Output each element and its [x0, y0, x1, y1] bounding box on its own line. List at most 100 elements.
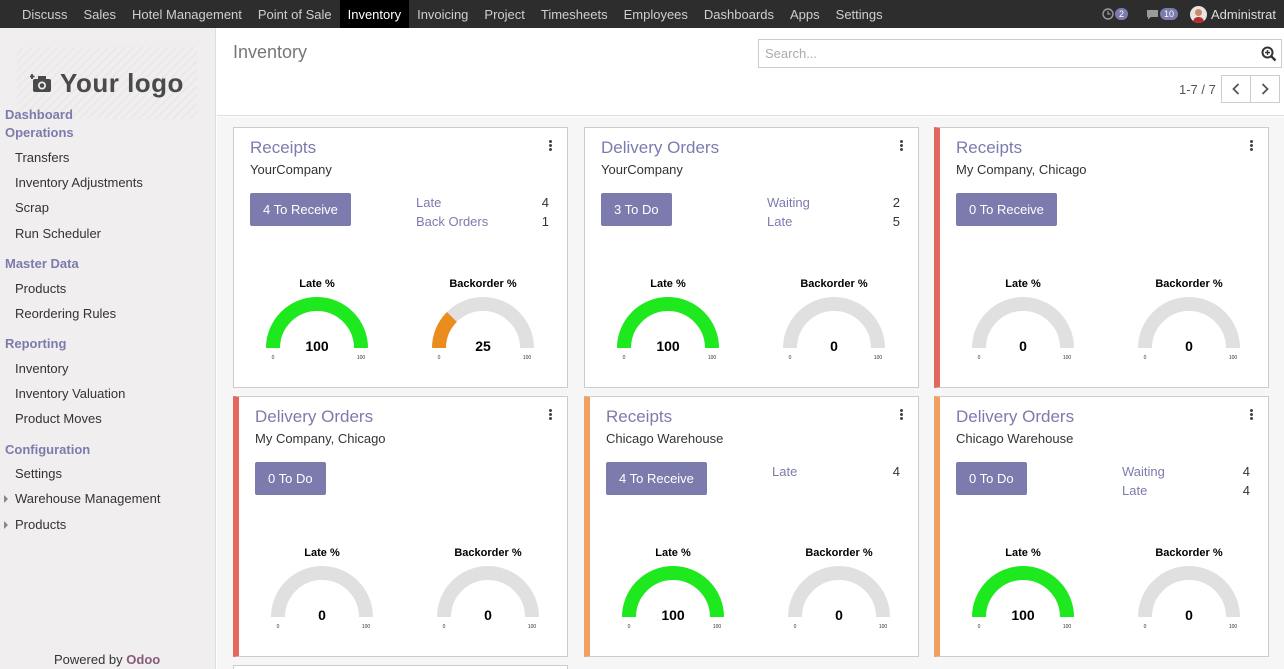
gauge-value: 0: [1185, 607, 1193, 623]
menu-invoicing[interactable]: Invoicing: [409, 0, 476, 28]
gauge-min-label: 0: [623, 355, 626, 361]
vertical-dots-icon[interactable]: [900, 409, 904, 421]
gauge-max-label: 100: [1063, 355, 1072, 361]
sidebar-item-inventory-adjustments[interactable]: Inventory Adjustments: [15, 175, 143, 191]
search-icon[interactable]: [1261, 46, 1277, 62]
sidebar-item-run-scheduler[interactable]: Run Scheduler: [15, 226, 101, 242]
card-subtitle: YourCompany: [601, 162, 683, 177]
gauge-title: Late %: [650, 278, 686, 290]
menu-employees[interactable]: Employees: [616, 0, 696, 28]
to-do-button[interactable]: 0 To Do: [956, 462, 1027, 495]
to-receive-button[interactable]: 4 To Receive: [250, 193, 351, 226]
card-title[interactable]: Delivery Orders: [601, 138, 719, 158]
card-title[interactable]: Delivery Orders: [956, 407, 1074, 427]
sidebar-item-settings[interactable]: Settings: [15, 466, 62, 482]
picking-type-card: Delivery Orders YourCompany 3 To Do Wait…: [584, 127, 919, 388]
gauge-max-label: 100: [1229, 624, 1238, 630]
gauge-min-label: 0: [978, 624, 981, 630]
menu-settings[interactable]: Settings: [828, 0, 891, 28]
stat-back-orders-link[interactable]: Back Orders: [416, 214, 488, 229]
vertical-dots-icon[interactable]: [549, 140, 553, 152]
app-menu: Discuss Sales Hotel Management Point of …: [0, 0, 891, 28]
card-title[interactable]: Delivery Orders: [255, 407, 373, 427]
menu-point-of-sale[interactable]: Point of Sale: [250, 0, 340, 28]
sidebar-item-reporting-inventory[interactable]: Inventory: [15, 361, 68, 377]
backorder-gauge: Backorder % 0 0 100: [1134, 547, 1244, 647]
stat-waiting-link[interactable]: Waiting: [767, 195, 810, 210]
to-receive-button[interactable]: 0 To Receive: [956, 193, 1057, 226]
menu-inventory[interactable]: Inventory: [339, 0, 410, 28]
gauge-value: 100: [1011, 607, 1035, 623]
stat-late-link[interactable]: Late: [767, 214, 792, 229]
late-gauge: Late % 100 0 100: [618, 547, 728, 647]
menu-discuss[interactable]: Discuss: [14, 0, 76, 28]
stat-late-link[interactable]: Late: [772, 464, 797, 479]
gauge-title: Backorder %: [1155, 278, 1223, 290]
section-master-data[interactable]: Master Data: [5, 255, 79, 273]
vertical-dots-icon[interactable]: [1250, 409, 1254, 421]
menu-timesheets[interactable]: Timesheets: [533, 0, 616, 28]
sidebar: Your logo Dashboard Operations Transfers…: [0, 28, 216, 669]
card-subtitle: My Company, Chicago: [255, 431, 386, 446]
menu-apps[interactable]: Apps: [782, 0, 828, 28]
gauge-value: 0: [318, 607, 326, 623]
odoo-link[interactable]: Odoo: [126, 652, 160, 667]
stat-back-orders-value: 1: [541, 214, 549, 229]
vertical-dots-icon[interactable]: [900, 140, 904, 152]
sidebar-item-products[interactable]: Products: [15, 281, 66, 297]
to-do-button[interactable]: 3 To Do: [601, 193, 672, 226]
card-title[interactable]: Receipts: [606, 407, 672, 427]
menu-project[interactable]: Project: [476, 0, 532, 28]
picking-type-card: Delivery Orders My Company, Chicago 0 To…: [233, 396, 568, 657]
pager-next-button[interactable]: [1250, 75, 1280, 103]
messages-button[interactable]: 10: [1140, 8, 1184, 20]
caret-right-icon[interactable]: [4, 521, 8, 529]
stat-waiting-link[interactable]: Waiting: [1122, 464, 1165, 479]
gauge-svg: 0 0 100: [972, 297, 1074, 361]
gauge-max-label: 100: [357, 355, 366, 361]
gauge-min-label: 0: [272, 355, 275, 361]
sidebar-item-transfers[interactable]: Transfers: [15, 150, 69, 166]
sidebar-item-scrap[interactable]: Scrap: [15, 200, 49, 216]
picking-type-card: Receipts YourCompany 4 To Receive Late 4…: [233, 127, 568, 388]
vertical-dots-icon[interactable]: [1250, 140, 1254, 152]
late-gauge: Late % 100 0 100: [968, 547, 1078, 647]
pager-previous-button[interactable]: [1221, 75, 1251, 103]
section-reporting[interactable]: Reporting: [5, 335, 66, 353]
section-dashboard[interactable]: Dashboard: [5, 106, 73, 124]
gauge-max-label: 100: [362, 624, 371, 630]
menu-sales[interactable]: Sales: [76, 0, 125, 28]
menu-dashboards[interactable]: Dashboards: [696, 0, 782, 28]
late-gauge: Late % 0 0 100: [267, 547, 377, 647]
sidebar-item-reordering-rules[interactable]: Reordering Rules: [15, 306, 116, 322]
card-title[interactable]: Receipts: [250, 138, 316, 158]
to-do-button[interactable]: 0 To Do: [255, 462, 326, 495]
user-menu[interactable]: Administrat: [1189, 5, 1276, 23]
gauge-max-label: 100: [1229, 355, 1238, 361]
card-title[interactable]: Receipts: [956, 138, 1022, 158]
gauge-svg: 0 0 100: [1138, 297, 1240, 361]
sidebar-item-config-products[interactable]: Products: [15, 517, 66, 533]
section-operations[interactable]: Operations: [5, 124, 74, 142]
pager-value[interactable]: 1-7 / 7: [1179, 82, 1216, 97]
stat-late-link[interactable]: Late: [416, 195, 441, 210]
section-configuration[interactable]: Configuration: [5, 441, 90, 459]
caret-right-icon[interactable]: [4, 495, 8, 503]
menu-hotel-management[interactable]: Hotel Management: [124, 0, 250, 28]
camera-plus-icon: [30, 74, 52, 92]
sidebar-item-product-moves[interactable]: Product Moves: [15, 411, 102, 427]
sidebar-item-inventory-valuation[interactable]: Inventory Valuation: [15, 386, 125, 402]
stat-late-link[interactable]: Late: [1122, 483, 1147, 498]
gauge-min-label: 0: [277, 624, 280, 630]
card-subtitle: Chicago Warehouse: [606, 431, 724, 446]
sidebar-item-warehouse-management[interactable]: Warehouse Management: [15, 491, 161, 507]
gauge-min-label: 0: [438, 355, 441, 361]
search-input[interactable]: [765, 46, 1245, 61]
activity-button[interactable]: 2: [1096, 8, 1134, 20]
gauge-svg: 100 0 100: [617, 297, 719, 361]
gauge-svg: 0 0 100: [271, 566, 373, 630]
to-receive-button[interactable]: 4 To Receive: [606, 462, 707, 495]
gauge-value: 0: [1185, 338, 1193, 354]
gauge-title: Late %: [655, 547, 691, 559]
vertical-dots-icon[interactable]: [549, 409, 553, 421]
